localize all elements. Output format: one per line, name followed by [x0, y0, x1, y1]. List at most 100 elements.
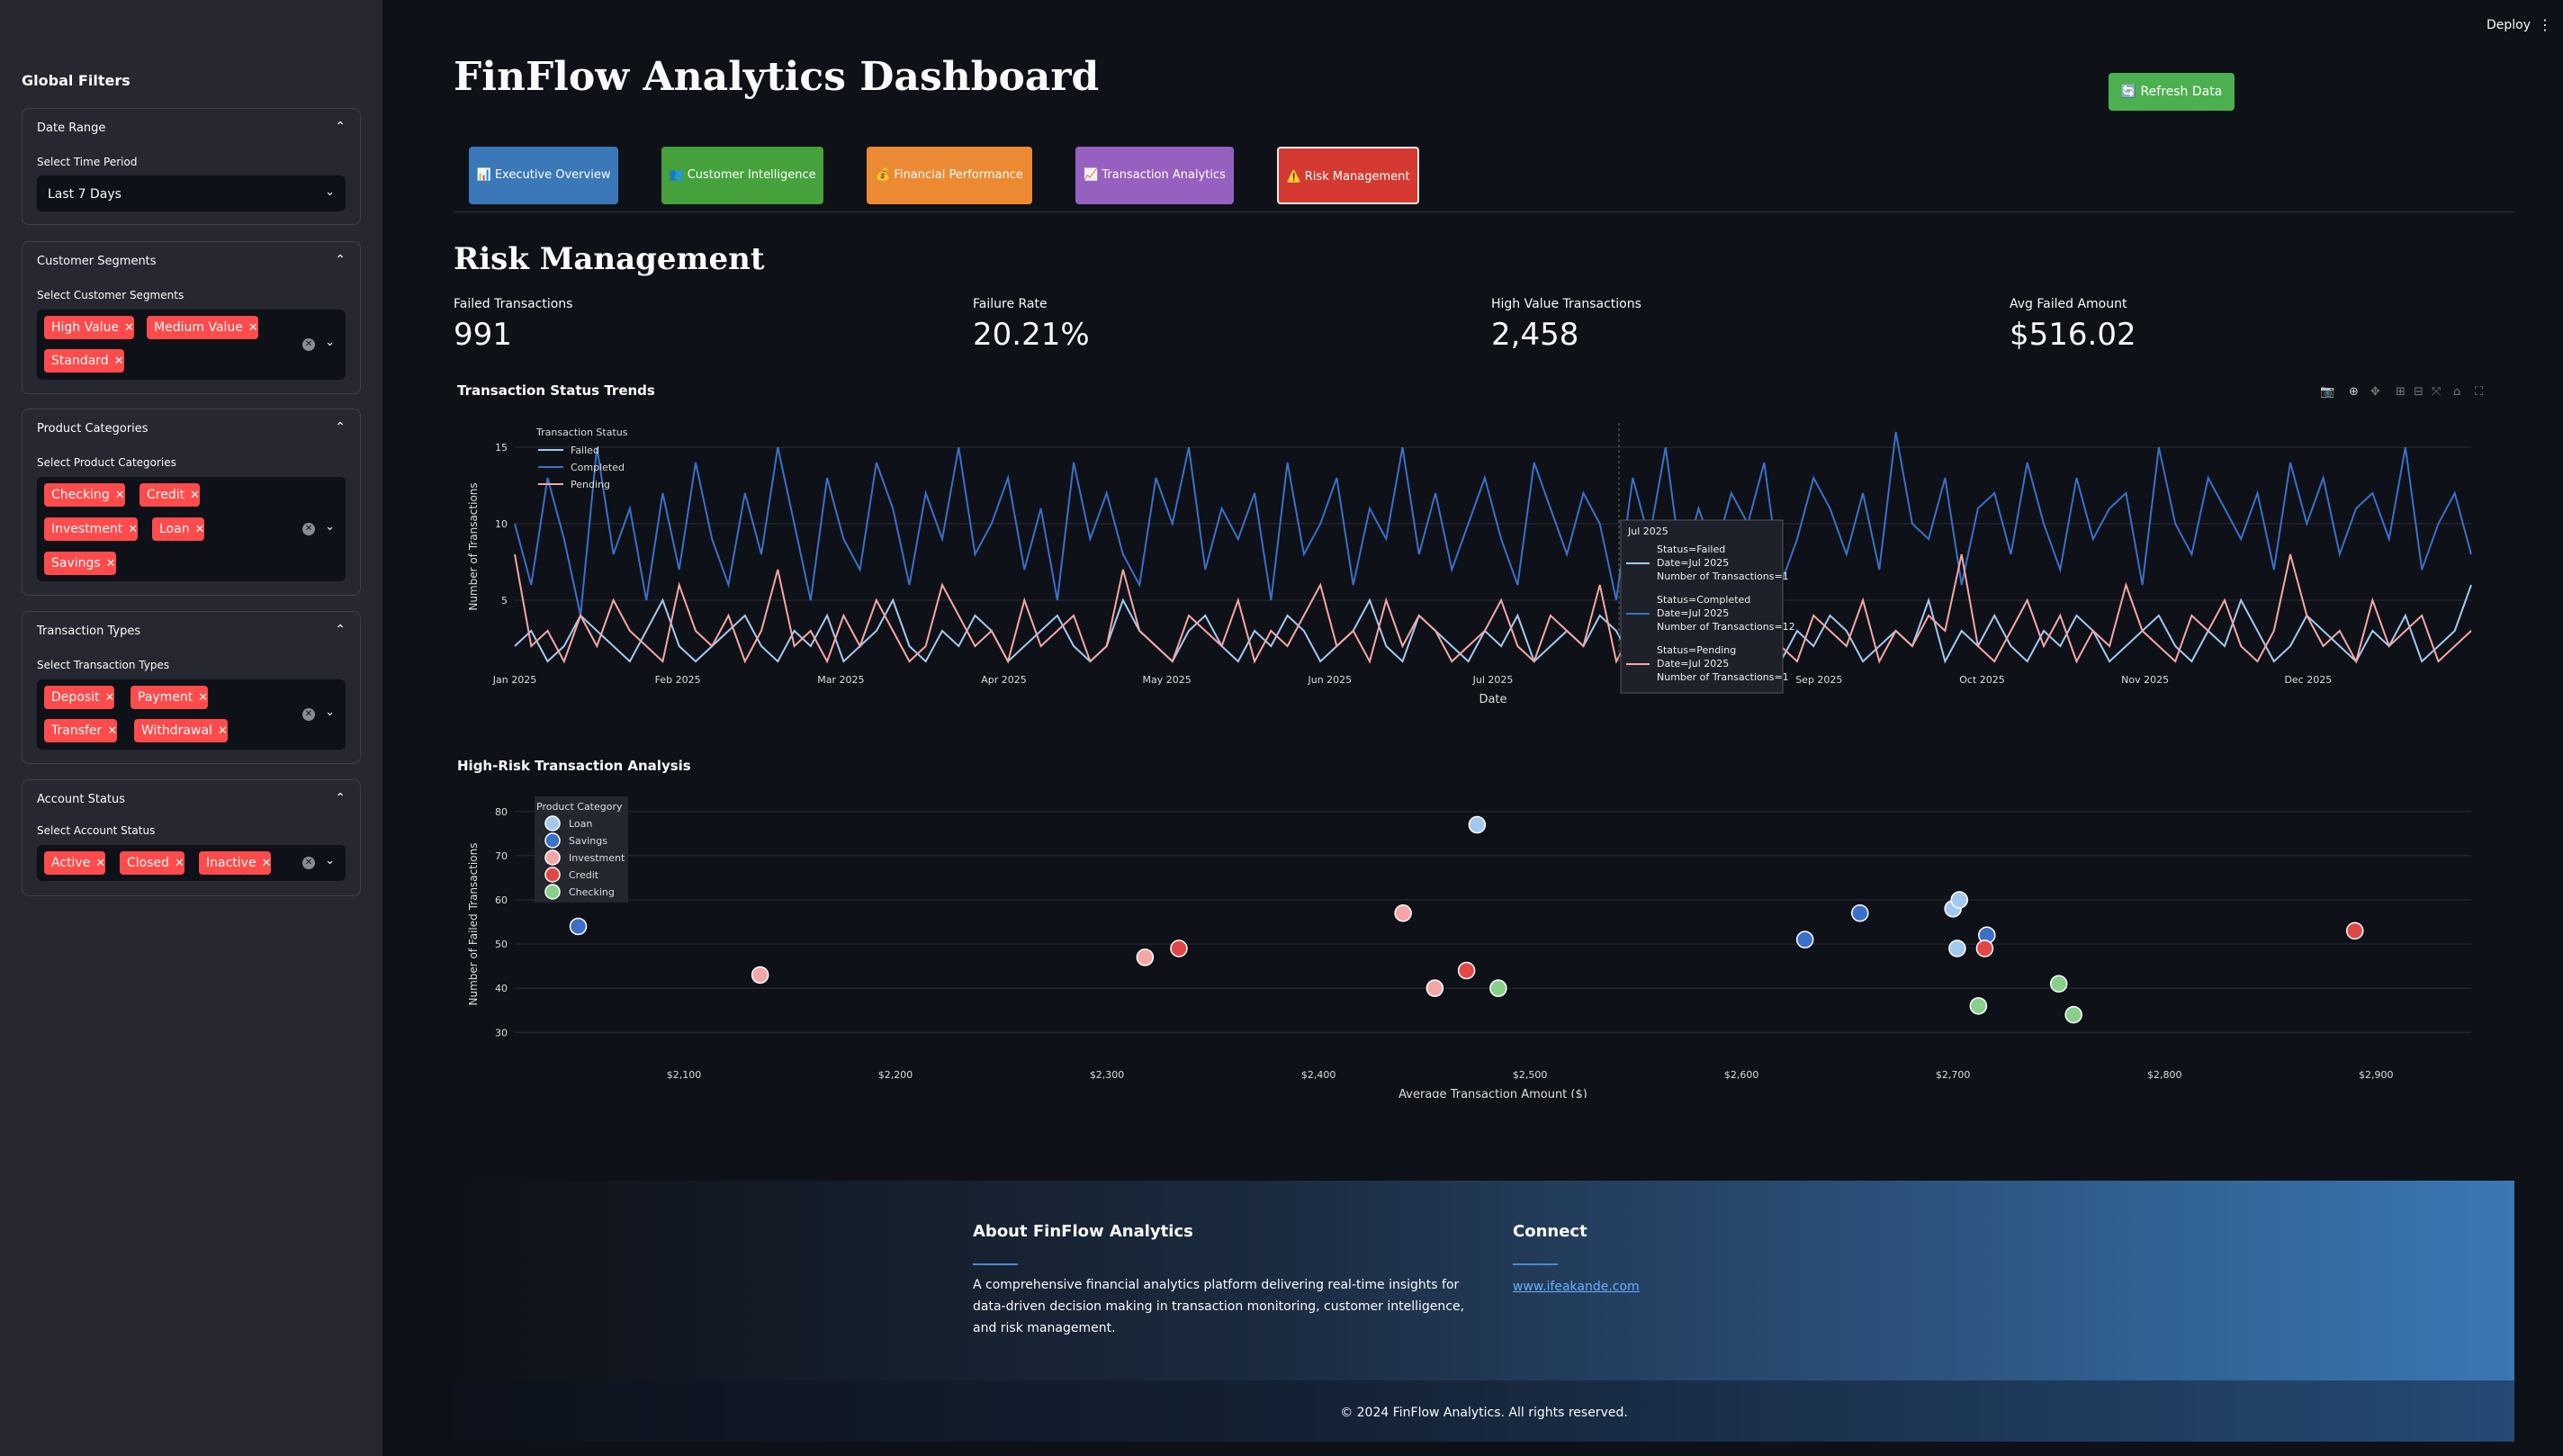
- close-icon[interactable]: ✕: [105, 687, 115, 710]
- close-icon[interactable]: ✕: [190, 484, 200, 508]
- account-status-label: Select Account Status: [37, 824, 156, 837]
- fullscreen-icon[interactable]: ⛶: [2474, 385, 2484, 399]
- chip-investment[interactable]: Investment ✕: [44, 517, 139, 542]
- close-icon[interactable]: ✕: [175, 852, 184, 876]
- chip-high-value[interactable]: High Value ✕: [44, 316, 134, 339]
- chevron-down-icon[interactable]: ⌄: [325, 185, 335, 199]
- hover-header: Jul 2025: [1627, 526, 1668, 537]
- close-icon[interactable]: ✕: [262, 852, 272, 876]
- tab-executive-overview[interactable]: 📊 Executive Overview: [469, 147, 618, 204]
- chevron-up-icon[interactable]: ⌃: [335, 623, 346, 637]
- data-point-investment: [1394, 903, 1412, 922]
- chip-withdrawal[interactable]: Withdrawal ✕: [134, 719, 228, 742]
- x-tick-label: $2,700: [1936, 1069, 1971, 1081]
- chevron-up-icon[interactable]: ⌃: [335, 420, 346, 435]
- chip-checking[interactable]: Checking ✕: [44, 483, 125, 507]
- tab-financial-performance[interactable]: 💰 Financial Performance: [867, 147, 1032, 204]
- footer-about-text: A comprehensive financial analytics plat…: [973, 1278, 1465, 1335]
- autoscale-icon[interactable]: ⤧: [2432, 385, 2442, 399]
- footer-about-title: About FinFlow Analytics: [973, 1222, 1193, 1241]
- time-period-select[interactable]: Last 7 Days ⌄: [37, 175, 346, 211]
- page-title: FinFlow Analytics Dashboard: [454, 54, 1100, 100]
- x-tick-label: $2,500: [1513, 1069, 1548, 1081]
- chevron-down-icon[interactable]: ⌄: [325, 854, 335, 867]
- chip-deposit[interactable]: Deposit ✕: [44, 686, 115, 710]
- zoom-icon[interactable]: ⊕: [2349, 385, 2359, 399]
- y-tick-label: 60: [495, 894, 508, 906]
- chevron-down-icon[interactable]: ⌄: [325, 336, 335, 349]
- data-point-checking: [2049, 975, 2068, 993]
- pan-icon[interactable]: ✥: [2370, 385, 2380, 399]
- clear-all-icon[interactable]: ✕: [302, 523, 315, 535]
- tab-customer-intelligence[interactable]: 👥 Customer Intelligence: [661, 147, 823, 204]
- close-icon[interactable]: ✕: [195, 518, 205, 542]
- chevron-down-icon[interactable]: ⌄: [325, 706, 335, 719]
- close-icon[interactable]: ✕: [95, 852, 105, 876]
- time-period-value: Last 7 Days: [48, 187, 121, 202]
- close-icon[interactable]: ✕: [128, 518, 138, 542]
- close-icon[interactable]: ✕: [248, 317, 258, 340]
- chip-transfer[interactable]: Transfer ✕: [44, 719, 118, 743]
- tab-risk-management[interactable]: ⚠️ Risk Management: [1277, 147, 1419, 204]
- chip-credit[interactable]: Credit ✕: [139, 483, 201, 508]
- legend-title: Transaction Status: [535, 427, 628, 438]
- sidebar-title: Global Filters: [22, 72, 130, 89]
- footer: About FinFlow Analytics A comprehensive …: [454, 1181, 2514, 1442]
- customer-segments-header[interactable]: Customer Segments: [37, 255, 157, 268]
- account-status-header[interactable]: Account Status: [37, 793, 125, 806]
- x-tick-label: Oct 2025: [1959, 674, 2005, 686]
- chip-loan[interactable]: Loan ✕: [152, 517, 205, 542]
- chip-active[interactable]: Active ✕: [44, 851, 106, 876]
- clear-all-icon[interactable]: ✕: [302, 857, 315, 869]
- zoom-out-icon[interactable]: ⊟: [2414, 385, 2424, 399]
- transaction-types-label: Select Transaction Types: [37, 659, 170, 671]
- chevron-up-icon[interactable]: ⌃: [335, 791, 346, 805]
- metric-high-value-label: High Value Transactions: [1491, 297, 1641, 311]
- x-tick-label: Nov 2025: [2121, 674, 2169, 686]
- legend-swatch: [544, 832, 561, 849]
- close-icon[interactable]: ✕: [107, 720, 117, 743]
- data-point-savings: [569, 917, 588, 936]
- sidebar: Global Filters Date Range ⌃ Select Time …: [0, 0, 382, 1456]
- footer-website-link[interactable]: www.ifeakande.com: [1513, 1280, 1640, 1294]
- legend-label: Failed: [571, 445, 599, 456]
- close-icon[interactable]: ✕: [114, 350, 124, 373]
- legend-label: Credit: [569, 869, 599, 881]
- product-categories-header[interactable]: Product Categories: [37, 422, 148, 436]
- chevron-up-icon[interactable]: ⌃: [335, 120, 346, 134]
- camera-icon[interactable]: 📷: [2320, 385, 2334, 399]
- date-range-header[interactable]: Date Range: [37, 121, 105, 135]
- metric-avg-failed-label: Avg Failed Amount: [2010, 297, 2127, 311]
- x-tick-label: $2,900: [2359, 1069, 2394, 1081]
- chip-inactive[interactable]: Inactive ✕: [199, 851, 272, 876]
- zoom-in-icon[interactable]: ⊞: [2396, 385, 2406, 399]
- transaction-types-multiselect[interactable]: Deposit ✕ Payment ✕ Transfer ✕ Withdrawal ✕ …: [37, 679, 346, 750]
- close-icon[interactable]: ✕: [106, 553, 116, 576]
- transaction-types-header[interactable]: Transaction Types: [37, 625, 140, 638]
- customer-segments-multiselect[interactable]: High Value ✕ Medium Value ✕ Standard ✕ ✕ ⌄: [37, 310, 346, 380]
- close-icon[interactable]: ✕: [115, 484, 125, 508]
- account-status-multiselect[interactable]: Active ✕ Closed ✕ Inactive ✕ ✕ ⌄: [37, 845, 346, 881]
- chevron-down-icon[interactable]: ⌄: [325, 520, 335, 534]
- tab-transaction-analytics[interactable]: 📈 Transaction Analytics: [1075, 147, 1234, 204]
- chart-toolbar: 📷 ⊕ ✥ ⊞ ⊟ ⤧ ⌂ ⛶: [2320, 385, 2484, 399]
- deploy-button[interactable]: Deploy: [2487, 18, 2531, 32]
- chip-closed[interactable]: Closed ✕: [120, 851, 184, 875]
- chip-savings[interactable]: Savings ✕: [44, 552, 116, 575]
- clear-all-icon[interactable]: ✕: [302, 338, 315, 351]
- close-icon[interactable]: ✕: [124, 317, 134, 340]
- close-icon[interactable]: ✕: [218, 720, 228, 743]
- x-tick-label: $2,600: [1724, 1069, 1759, 1081]
- x-tick-label: Dec 2025: [2284, 674, 2332, 686]
- chip-standard[interactable]: Standard ✕: [44, 349, 124, 373]
- home-icon[interactable]: ⌂: [2453, 385, 2460, 399]
- close-icon[interactable]: ✕: [198, 687, 208, 710]
- x-axis-title: Average Transaction Amount ($): [1398, 1088, 1587, 1098]
- chip-payment[interactable]: Payment ✕: [130, 686, 209, 710]
- chevron-up-icon[interactable]: ⌃: [335, 253, 346, 267]
- chip-medium-value[interactable]: Medium Value ✕: [147, 316, 258, 339]
- clear-all-icon[interactable]: ✕: [302, 708, 315, 721]
- more-options-icon[interactable]: ⋮: [2538, 16, 2552, 33]
- product-categories-multiselect[interactable]: Checking ✕ Credit ✕ Investment ✕ Loan ✕ Savi…: [37, 477, 346, 581]
- refresh-data-button[interactable]: 🔄 Refresh Data: [2109, 73, 2235, 111]
